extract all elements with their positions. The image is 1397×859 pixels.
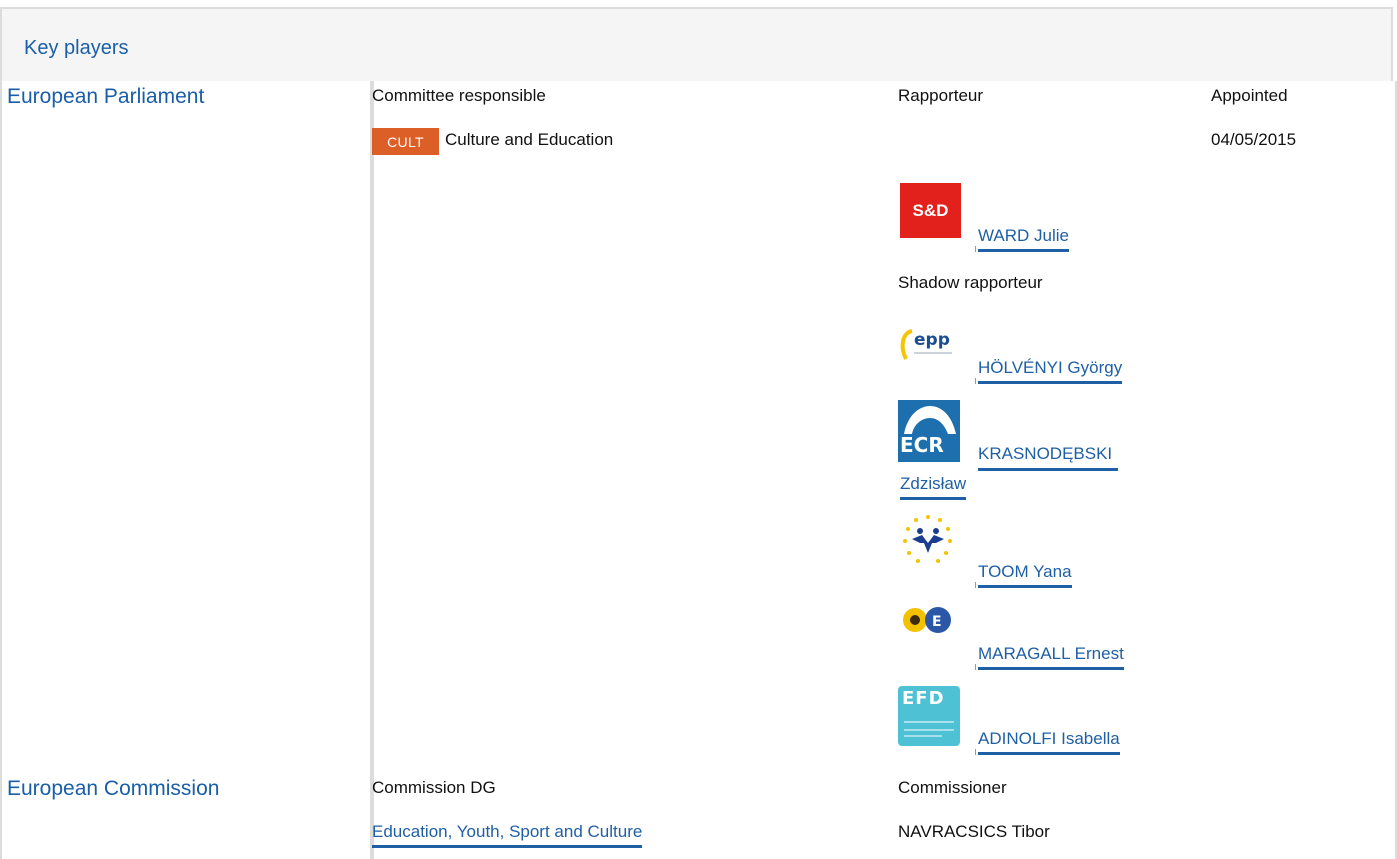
ecr-logo-text: ECR <box>900 433 944 457</box>
shadow-rapporteur-link[interactable]: TOOM Yana <box>975 562 1072 588</box>
sd-group-logo: S&D <box>900 183 961 238</box>
link-underline <box>978 468 1118 471</box>
commissioner-column-header: Commissioner <box>898 778 1007 797</box>
ecr-group-logo: ECR <box>898 400 960 462</box>
left-border <box>0 81 2 859</box>
commission-title: European Commission <box>7 777 220 800</box>
rapporteur-link[interactable]: WARD Julie <box>975 226 1069 252</box>
appointed-column-header: Appointed <box>1211 86 1288 105</box>
shadow-rapporteur-link[interactable]: HÖLVÉNYI György <box>974 358 1123 384</box>
committee-column-header: Committee responsible <box>372 86 546 105</box>
column-divider <box>370 81 374 859</box>
dg-link[interactable]: Education, Youth, Sport and Culture <box>372 822 643 848</box>
shadow-rapporteur-link[interactable]: ADINOLFI Isabella <box>975 729 1120 755</box>
section-heading: Key players <box>24 37 129 59</box>
committee-name: Culture and Education <box>445 130 614 149</box>
shadow-rapporteur-link[interactable]: MARAGALL Ernest <box>975 644 1124 670</box>
committee-badge: CULT <box>372 128 439 155</box>
parliament-title: European Parliament <box>7 85 205 108</box>
rapporteur-column-header: Rapporteur <box>898 86 984 105</box>
efdd-group-logo: EFD <box>898 686 960 746</box>
key-players-header: Key players <box>0 7 1393 81</box>
commissioner-name: NAVRACSICS Tibor <box>898 822 1050 841</box>
appointed-date: 04/05/2015 <box>1211 130 1297 149</box>
dg-column-header: Commission DG <box>372 778 496 797</box>
greens-efa-group-logo: E <box>898 600 960 640</box>
shadow-rapporteur-link-line1[interactable]: KRASNODĘBSKI <box>978 444 1112 464</box>
enf-group-logo <box>898 513 960 575</box>
epp-group-logo: epp <box>898 323 960 373</box>
svg-text:E: E <box>932 614 942 630</box>
svg-text:epp: epp <box>914 330 950 350</box>
shadow-rapporteur-link-line2[interactable]: Zdzisław <box>900 474 967 500</box>
shadow-rapporteur-label: Shadow rapporteur <box>898 273 1043 292</box>
